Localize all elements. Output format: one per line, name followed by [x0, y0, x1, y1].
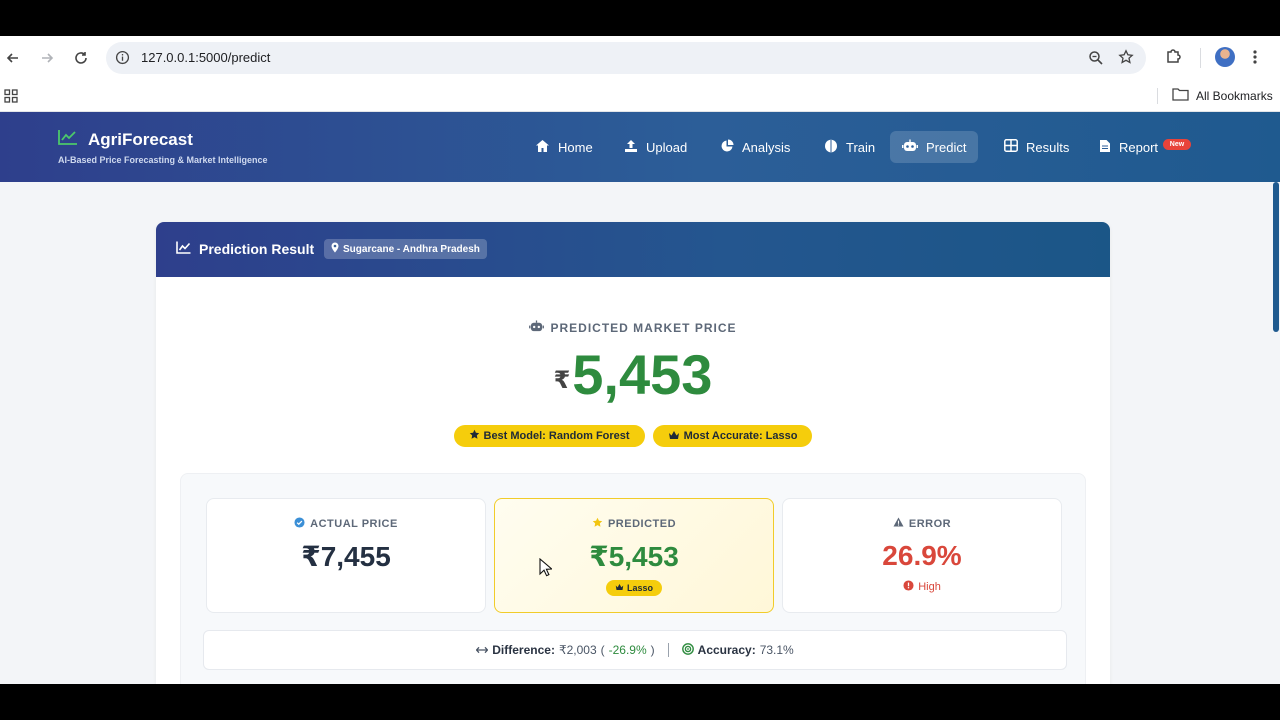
nav-home-label: Home [558, 139, 593, 155]
actual-price-value: ₹7,455 [301, 541, 391, 572]
accuracy-value: 73.1% [759, 643, 794, 657]
target-icon [681, 642, 694, 658]
toolbar-divider [1200, 48, 1201, 68]
error-level: High [918, 581, 941, 593]
star-icon [469, 429, 480, 443]
arrows-horizontal-icon [475, 643, 489, 657]
model-badges: Best Model: Random Forest Most Accurate:… [156, 425, 1110, 447]
brand-title: AgriForecast [88, 129, 193, 149]
lasso-badge-text: Lasso [626, 583, 653, 593]
pie-chart-icon [720, 139, 734, 156]
back-icon[interactable] [2, 47, 24, 69]
nav-upload[interactable]: Upload [612, 131, 699, 163]
brand[interactable]: AgriForecast AI-Based Price Forecasting … [58, 129, 268, 166]
scrollbar-thumb[interactable] [1273, 182, 1279, 332]
predicted-value: ₹5,453 [589, 541, 679, 572]
trend-chart-icon [58, 129, 78, 150]
currency-symbol: ₹ [553, 367, 571, 394]
difference-percent: -26.9% [608, 643, 647, 657]
summary-divider [667, 643, 669, 657]
nav-analysis-label: Analysis [742, 139, 791, 155]
all-bookmarks-label: All Bookmarks [1196, 88, 1273, 103]
most-accurate-text: Most Accurate: Lasso [683, 430, 798, 442]
stats-panel: ACTUAL PRICE ₹7,455 PREDICTED ₹5,453 Las… [180, 473, 1086, 684]
new-badge: New [1163, 139, 1191, 150]
actual-price-card: ACTUAL PRICE ₹7,455 [206, 498, 486, 613]
address-bar[interactable]: 127.0.0.1:5000/predict [106, 42, 1146, 74]
actual-price-label: ACTUAL PRICE [310, 518, 398, 530]
most-accurate-badge: Most Accurate: Lasso [652, 425, 813, 447]
extensions-icon[interactable] [1165, 47, 1183, 70]
table-icon [1004, 139, 1018, 155]
file-icon [1099, 139, 1111, 156]
line-chart-icon [176, 241, 191, 257]
bookmarks-divider [1157, 88, 1158, 104]
folder-icon [1172, 87, 1189, 104]
card-title: Prediction Result [199, 241, 315, 257]
nav-predict[interactable]: Predict [890, 131, 979, 163]
url-text[interactable]: 127.0.0.1:5000/predict [141, 50, 270, 65]
card-header: Prediction Result Sugarcane - Andhra Pra… [156, 222, 1110, 277]
paren-open: ( [600, 643, 605, 657]
browser-window: 127.0.0.1:5000/predict All Bookmarks Agr… [0, 36, 1280, 684]
alert-circle-icon [903, 580, 914, 594]
prediction-result-card: Prediction Result Sugarcane - Andhra Pra… [156, 222, 1110, 684]
predicted-price-display: ₹ 5,453 [156, 347, 1110, 403]
nav-train[interactable]: Train [812, 131, 887, 163]
robot-icon [529, 320, 545, 336]
crown-icon [615, 583, 624, 593]
app-navbar: AgriForecast AI-Based Price Forecasting … [0, 112, 1280, 182]
predicted-label: PREDICTED [607, 518, 677, 530]
robot-icon [902, 139, 918, 156]
brand-subtitle: AI-Based Price Forecasting & Market Inte… [58, 155, 268, 165]
crown-icon [668, 430, 680, 443]
check-circle-icon [294, 517, 305, 531]
paren-close: ) [650, 643, 655, 657]
reload-icon[interactable] [70, 47, 92, 69]
nav-results-label: Results [1026, 139, 1070, 155]
location-badge: Sugarcane - Andhra Pradesh [324, 239, 487, 259]
brain-icon [824, 139, 838, 156]
bookmarks-bar: All Bookmarks [0, 80, 1280, 112]
predicted-price-value: 5,453 [572, 343, 713, 406]
location-text: Sugarcane - Andhra Pradesh [343, 243, 480, 255]
predicted-market-price-label: PREDICTED MARKET PRICE [156, 320, 1110, 336]
nav-home[interactable]: Home [523, 131, 605, 163]
all-bookmarks-button[interactable]: All Bookmarks [1172, 87, 1273, 104]
menu-icon[interactable] [1252, 48, 1258, 71]
difference-value: ₹2,003 [558, 643, 597, 657]
profile-avatar[interactable] [1215, 47, 1235, 67]
upload-icon [624, 139, 638, 156]
best-model-badge: Best Model: Random Forest [453, 425, 645, 447]
bookmark-star-icon[interactable] [1118, 49, 1134, 70]
apps-grid-icon[interactable] [4, 89, 18, 108]
zoom-icon[interactable] [1088, 50, 1104, 71]
home-icon [535, 139, 550, 156]
nav-analysis[interactable]: Analysis [708, 131, 802, 163]
warning-icon [893, 517, 904, 530]
browser-toolbar: 127.0.0.1:5000/predict [0, 36, 1280, 80]
best-model-text: Best Model: Random Forest [483, 430, 630, 442]
lasso-badge: Lasso [605, 580, 662, 596]
accuracy-label: Accuracy: [697, 643, 756, 657]
nav-upload-label: Upload [646, 139, 688, 155]
site-info-icon[interactable] [115, 50, 130, 70]
predicted-price-card: PREDICTED ₹5,453 Lasso [494, 498, 774, 613]
nav-predict-label: Predict [926, 139, 967, 155]
predicted-market-price-text: PREDICTED MARKET PRICE [550, 321, 737, 335]
difference-summary: Difference: ₹2,003 ( -26.9% ) Accuracy: … [203, 630, 1067, 670]
nav-report[interactable]: Report [1087, 131, 1170, 163]
difference-label: Difference: [492, 643, 555, 657]
map-pin-icon [331, 242, 339, 256]
star-icon [592, 517, 603, 531]
error-label: ERROR [908, 517, 952, 530]
nav-results[interactable]: Results [992, 131, 1081, 163]
error-card: ERROR 26.9% High [782, 498, 1062, 613]
forward-icon[interactable] [36, 47, 58, 69]
nav-report-label: Report [1119, 139, 1159, 155]
error-value: 26.9% [882, 540, 962, 571]
mouse-cursor-icon [539, 557, 554, 582]
nav-train-label: Train [846, 139, 876, 155]
